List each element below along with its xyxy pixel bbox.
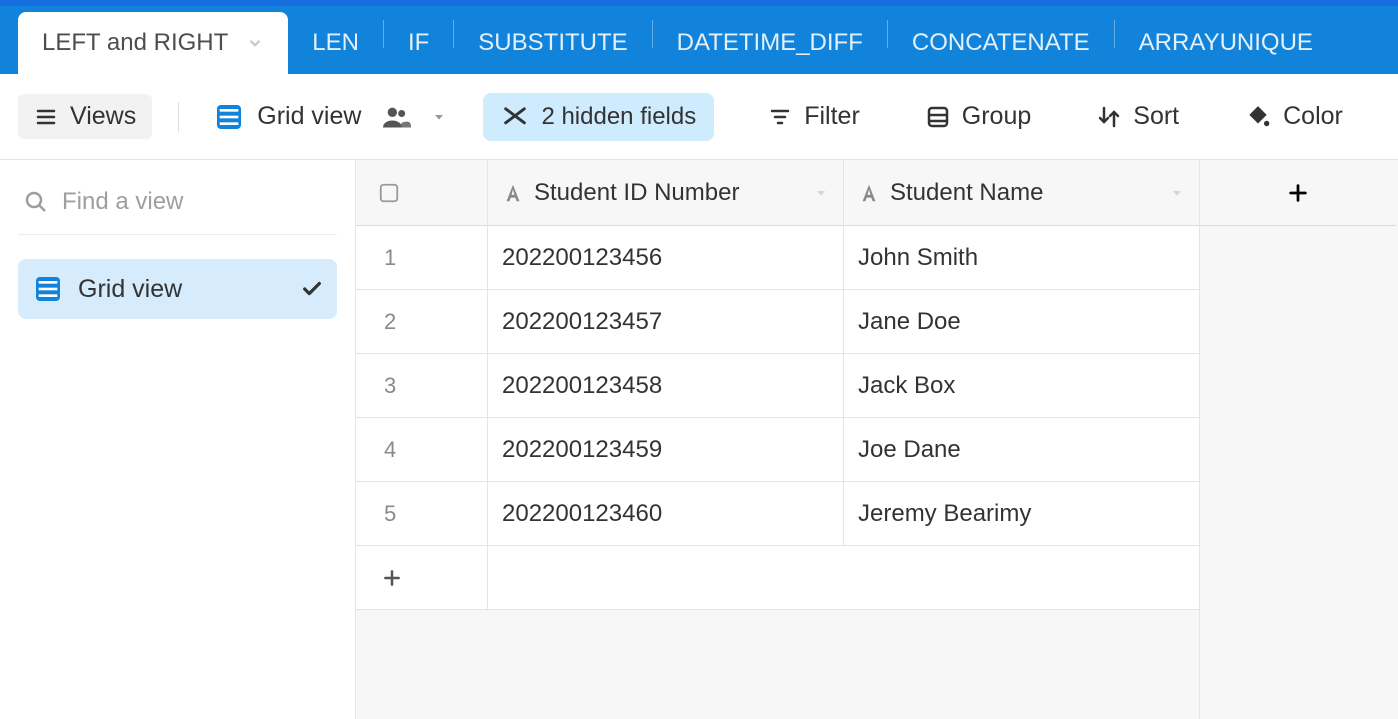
tab-left-and-right[interactable]: LEFT and RIGHT xyxy=(18,12,288,74)
column-header-student-name[interactable]: Student Name xyxy=(844,160,1200,226)
grid-icon xyxy=(32,273,64,305)
grid-area: Student ID Number Student Name xyxy=(356,160,1398,719)
cell-student-name[interactable]: Jack Box xyxy=(844,354,1200,418)
cell-student-name[interactable]: Joe Dane xyxy=(844,418,1200,482)
column-header-student-id[interactable]: Student ID Number xyxy=(488,160,844,226)
select-all-header[interactable] xyxy=(356,160,488,226)
row-number[interactable]: 5 xyxy=(356,482,488,546)
views-label: Views xyxy=(70,102,136,131)
cell-student-id[interactable]: 202200123460 xyxy=(488,482,844,546)
group-button[interactable]: Group xyxy=(914,96,1043,137)
tab-label: SUBSTITUTE xyxy=(478,29,627,57)
view-search[interactable] xyxy=(18,178,337,235)
chevron-down-icon[interactable] xyxy=(246,34,264,52)
tab-label: DATETIME_DIFF xyxy=(677,29,863,57)
chevron-down-icon[interactable] xyxy=(431,109,447,125)
tab-label: ARRAYUNIQUE xyxy=(1139,29,1313,57)
data-grid: Student ID Number Student Name xyxy=(356,160,1398,719)
cell-student-id[interactable]: 202200123458 xyxy=(488,354,844,418)
cell-student-id[interactable]: 202200123456 xyxy=(488,226,844,290)
toolbar-divider xyxy=(178,102,179,132)
main-area: Grid view Student ID Number xyxy=(0,160,1398,719)
plus-icon xyxy=(1287,182,1309,204)
grid-icon xyxy=(213,101,245,133)
menu-icon xyxy=(34,105,58,129)
group-icon xyxy=(926,105,950,129)
cell-student-name[interactable]: Jane Doe xyxy=(844,290,1200,354)
add-column-button[interactable] xyxy=(1200,160,1396,226)
add-row-button[interactable] xyxy=(356,546,488,610)
sidebar-view-item[interactable]: Grid view xyxy=(18,259,337,319)
view-toolbar: Views Grid view 2 hidden fields Filter G… xyxy=(0,74,1398,160)
grid-spacer xyxy=(356,610,1200,719)
views-sidebar: Grid view xyxy=(0,160,356,719)
blank-cell xyxy=(1200,546,1396,610)
view-name-label: Grid view xyxy=(257,102,361,131)
hidden-fields-button[interactable]: 2 hidden fields xyxy=(483,93,714,141)
current-view[interactable]: Grid view xyxy=(205,95,455,139)
blank-cell xyxy=(1200,610,1396,719)
check-icon xyxy=(301,278,323,300)
blank-cell xyxy=(1200,290,1396,354)
collaborators-icon[interactable] xyxy=(383,106,411,128)
tab-substitute[interactable]: SUBSTITUTE xyxy=(454,12,651,74)
text-field-icon xyxy=(858,182,880,204)
chevron-down-icon[interactable] xyxy=(813,185,829,201)
cell-student-id[interactable]: 202200123457 xyxy=(488,290,844,354)
tab-datetime-diff[interactable]: DATETIME_DIFF xyxy=(653,12,887,74)
tab-concatenate[interactable]: CONCATENATE xyxy=(888,12,1114,74)
paint-bucket-icon xyxy=(1245,104,1271,130)
tab-label: LEFT and RIGHT xyxy=(42,29,228,57)
filter-label: Filter xyxy=(804,102,860,131)
filter-icon xyxy=(768,105,792,129)
color-label: Color xyxy=(1283,102,1343,131)
tab-label: IF xyxy=(408,29,429,57)
row-number[interactable]: 2 xyxy=(356,290,488,354)
blank-cell xyxy=(1200,354,1396,418)
column-label: Student ID Number xyxy=(534,179,739,207)
chevron-down-icon[interactable] xyxy=(1169,185,1185,201)
filter-button[interactable]: Filter xyxy=(756,96,872,137)
sort-icon xyxy=(1097,105,1121,129)
sort-button[interactable]: Sort xyxy=(1085,96,1191,137)
cell-student-id[interactable]: 202200123459 xyxy=(488,418,844,482)
tab-arrayunique[interactable]: ARRAYUNIQUE xyxy=(1115,12,1337,74)
color-button[interactable]: Color xyxy=(1233,96,1355,137)
row-number[interactable]: 4 xyxy=(356,418,488,482)
sidebar-view-label: Grid view xyxy=(78,275,182,304)
views-button[interactable]: Views xyxy=(18,94,152,139)
view-search-input[interactable] xyxy=(62,188,372,216)
column-label: Student Name xyxy=(890,179,1043,207)
tab-len[interactable]: LEN xyxy=(288,12,383,74)
tab-if[interactable]: IF xyxy=(384,12,453,74)
eye-off-icon xyxy=(501,106,529,128)
search-icon xyxy=(24,190,48,214)
row-number[interactable]: 1 xyxy=(356,226,488,290)
row-number[interactable]: 3 xyxy=(356,354,488,418)
cell-student-name[interactable]: John Smith xyxy=(844,226,1200,290)
group-label: Group xyxy=(962,102,1031,131)
blank-cell xyxy=(1200,482,1396,546)
hidden-fields-label: 2 hidden fields xyxy=(541,103,696,131)
add-row-spacer[interactable] xyxy=(488,546,1200,610)
tab-label: CONCATENATE xyxy=(912,29,1090,57)
text-field-icon xyxy=(502,182,524,204)
plus-icon xyxy=(382,568,402,588)
tab-label: LEN xyxy=(312,29,359,57)
cell-student-name[interactable]: Jeremy Bearimy xyxy=(844,482,1200,546)
sort-label: Sort xyxy=(1133,102,1179,131)
table-tabs-bar: LEFT and RIGHT LEN IF SUBSTITUTE DATETIM… xyxy=(0,0,1398,74)
blank-cell xyxy=(1200,418,1396,482)
blank-cell xyxy=(1200,226,1396,290)
checkbox-icon[interactable] xyxy=(378,182,400,204)
